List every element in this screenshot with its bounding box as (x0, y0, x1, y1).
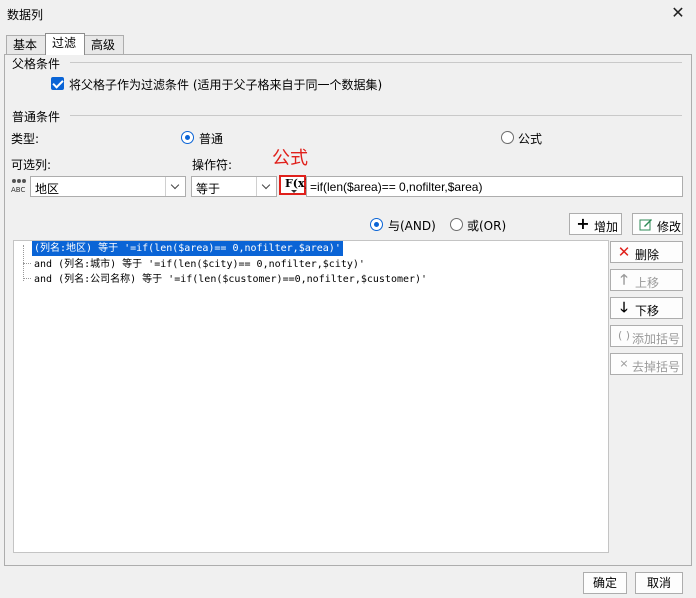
close-icon[interactable]: ✕ (668, 3, 688, 23)
list-item[interactable]: and (列名:城市) 等于 '=if(len($city)== 0,nofil… (32, 257, 367, 272)
and-radio[interactable] (370, 218, 383, 231)
list-item[interactable]: and (列名:公司名称) 等于 '=if(len($customer)==0,… (32, 272, 429, 287)
arrow-up-icon: 🡑 (620, 272, 628, 288)
edit-button[interactable]: 修改 (632, 213, 683, 235)
normal-condition-title: 普通条件 (12, 110, 61, 124)
group-divider (70, 115, 682, 116)
svg-text:ABC: ABC (11, 186, 25, 194)
tree-line (23, 278, 31, 279)
tab-basic[interactable]: 基本 (6, 35, 46, 55)
type-normal-radio[interactable] (181, 131, 194, 144)
column-select-value: 地区 (35, 182, 60, 196)
tree-line (23, 263, 31, 264)
type-normal-label: 普通 (199, 132, 224, 146)
group-divider (70, 62, 682, 63)
operator-select[interactable]: 等于 (191, 176, 277, 197)
ok-button[interactable]: 确定 (583, 572, 627, 594)
chevron-down-icon (165, 177, 185, 196)
add-button[interactable]: + 增加 (569, 213, 622, 235)
plus-icon: + (576, 214, 590, 233)
type-formula-label: 公式 (518, 132, 543, 146)
delete-x-icon: ✕ (617, 243, 631, 261)
operator-select-value: 等于 (196, 182, 221, 196)
column-select[interactable]: 地区 (30, 176, 186, 197)
formula-field-value: =if(len($area)== 0,nofilter,$area) (310, 180, 483, 194)
and-label: 与(AND) (388, 219, 436, 233)
column-label: 可选列: (11, 158, 52, 172)
tab-advanced[interactable]: 高级 (84, 35, 124, 55)
operator-label: 操作符: (192, 158, 233, 172)
add-bracket-button[interactable]: ( ) 添加括号 (610, 325, 683, 347)
chevron-down-icon (256, 177, 276, 196)
formula-annotation: 公式 (272, 148, 308, 169)
tab-filter[interactable]: 过滤 (45, 33, 85, 55)
remove-bracket-icon: ⨯ (619, 357, 629, 370)
move-down-button[interactable]: 🡓 下移 (610, 297, 683, 319)
parent-filter-checkbox-label: 将父格子作为过滤条件 (适用于父子格来自于同一个数据集) (69, 78, 383, 92)
parent-filter-checkbox[interactable] (51, 77, 64, 90)
move-up-button[interactable]: 🡑 上移 (610, 269, 683, 291)
dropdown-arrow-icon (291, 190, 297, 193)
column-type-icon: ABC (10, 177, 32, 195)
bracket-icon: ( ) (617, 329, 631, 342)
window-title: 数据列 (7, 8, 44, 22)
formula-field[interactable]: =if(len($area)== 0,nofilter,$area) (306, 176, 683, 197)
cancel-button[interactable]: 取消 (635, 572, 683, 594)
formula-button[interactable]: F(x) (279, 175, 310, 195)
or-radio[interactable] (450, 218, 463, 231)
type-label: 类型: (11, 132, 40, 146)
parent-condition-title: 父格条件 (12, 57, 61, 71)
edit-icon (639, 217, 653, 231)
type-formula-radio[interactable] (501, 131, 514, 144)
condition-list[interactable]: (列名:地区) 等于 '=if(len($area)== 0,nofilter,… (13, 240, 609, 553)
delete-button[interactable]: ✕ 删除 (610, 241, 683, 263)
title-bar: 数据列 ✕ (0, 0, 696, 28)
list-item[interactable]: (列名:地区) 等于 '=if(len($area)== 0,nofilter,… (32, 241, 343, 256)
or-label: 或(OR) (467, 219, 507, 233)
arrow-down-icon: 🡓 (620, 300, 628, 316)
remove-bracket-button[interactable]: ⨯ 去掉括号 (610, 353, 683, 375)
